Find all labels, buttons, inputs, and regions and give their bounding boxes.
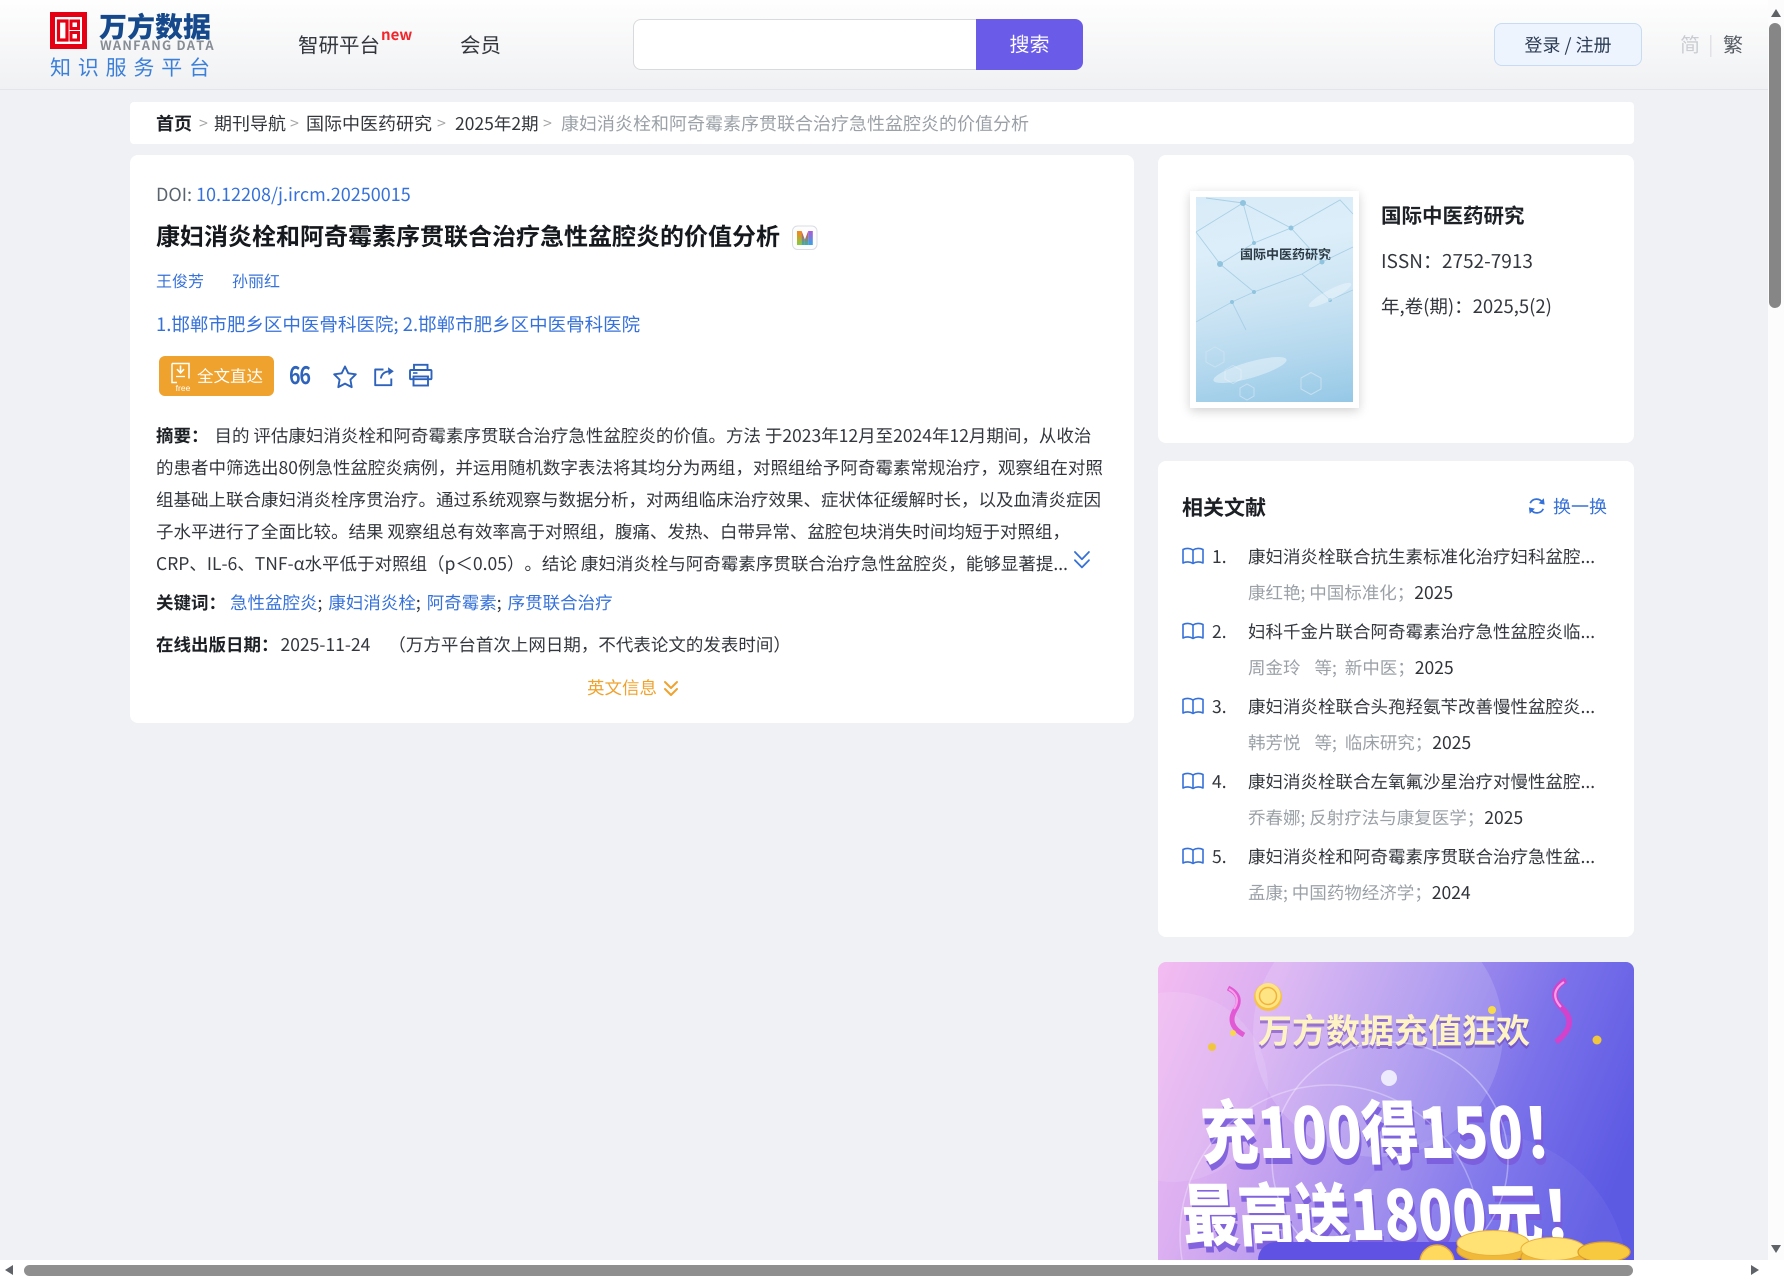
svg-text:free: free [176, 383, 191, 393]
